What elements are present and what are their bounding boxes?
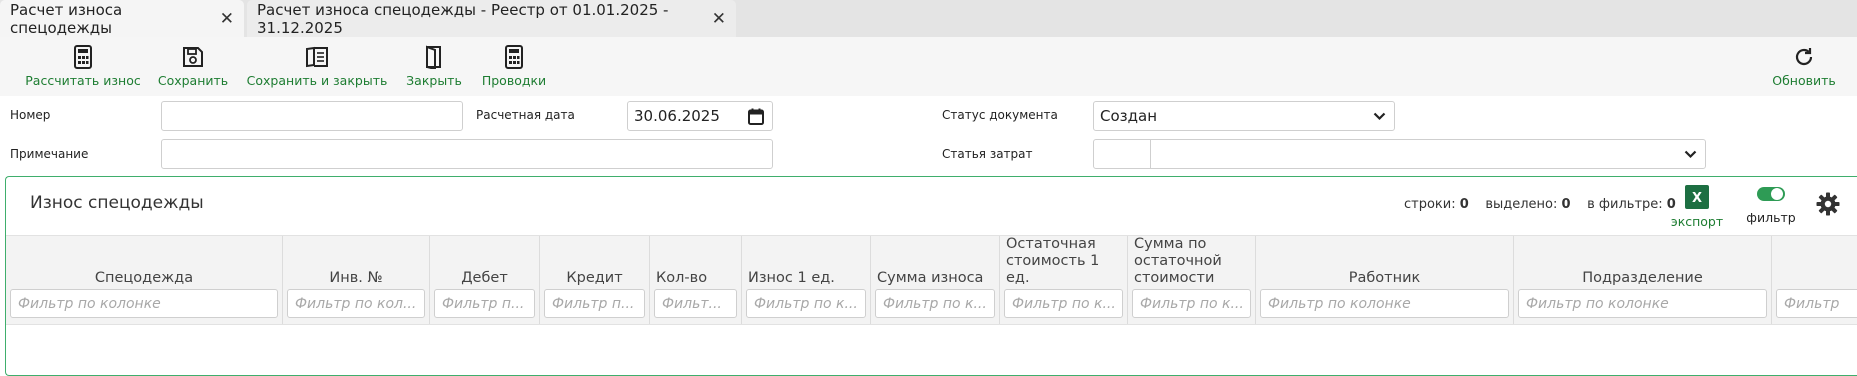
toolbar-label: Сохранить [157, 73, 229, 88]
column-extra: Фильтр [1772, 236, 1857, 324]
toolbar-label: Рассчитать износ [25, 73, 141, 88]
column-filter-input[interactable]: Фильтр по к... [1004, 289, 1123, 318]
toolbar-label: Сохранить и закрыть [246, 73, 388, 88]
column-wear-per-unit: Износ 1 ед. Фильтр по к... [742, 236, 871, 324]
column-debit: Дебет Фильтр п... [430, 236, 540, 324]
cost-item-code-input[interactable] [1093, 139, 1151, 169]
selected-count: 0 [1561, 197, 1571, 212]
gear-icon[interactable] [1816, 192, 1840, 220]
toggle-switch-icon [1756, 185, 1786, 207]
cost-item-select[interactable] [1150, 139, 1706, 169]
column-credit: Кредит Фильтр п... [540, 236, 650, 324]
column-header[interactable]: Работник [1262, 270, 1507, 287]
tab-bar: Расчет износа спецодежды ✕ Расчет износа… [0, 0, 1857, 37]
column-filter-input[interactable]: Фильтр п... [434, 289, 535, 318]
tab-registry[interactable]: Расчет износа спецодежды - Реестр от 01.… [247, 0, 736, 37]
rows-count: 0 [1459, 197, 1469, 212]
status-label: Статус документа [942, 108, 1058, 122]
column-quantity: Кол-во Фильт... [650, 236, 742, 324]
column-header[interactable]: Остаточная стоимость 1 ед. [1006, 236, 1121, 287]
tab-label: Расчет износа спецодежды [10, 0, 123, 37]
column-header[interactable]: Подразделение [1520, 270, 1765, 287]
column-header[interactable]: Спецодежда [12, 270, 276, 287]
rows-label: строки: [1404, 197, 1456, 212]
close-icon[interactable]: ✕ [220, 9, 234, 29]
column-filter-input[interactable]: Фильтр по колонке [10, 289, 278, 318]
calculate-wear-button[interactable]: Рассчитать износ [24, 43, 142, 93]
column-filter-input[interactable]: Фильтр по кол... [287, 289, 425, 318]
tab-calc-wear[interactable]: Расчет износа спецодежды ✕ [0, 0, 244, 37]
toolbar: Рассчитать износ Сохранить Сохранить и з… [0, 37, 1857, 96]
toolbar-label: Обновить [1772, 73, 1836, 88]
refresh-button[interactable]: Обновить [1772, 43, 1836, 93]
column-employee: Работник Фильтр по колонке [1256, 236, 1514, 324]
save-and-close-button[interactable]: Сохранить и закрыть [247, 43, 387, 93]
filter-toggle[interactable]: фильтр [1744, 185, 1798, 225]
save-button[interactable]: Сохранить [158, 43, 228, 93]
grid-header-row: Спецодежда Фильтр по колонке Инв. № Филь… [6, 235, 1857, 325]
toolbar-label: Закрыть [406, 73, 462, 88]
svg-text:X: X [1692, 191, 1702, 206]
column-residual-sum: Сумма по остаточной стоимости Фильтр по … [1128, 236, 1256, 324]
column-header[interactable]: Инв. № [289, 270, 423, 287]
number-label: Номер [10, 108, 51, 122]
chevron-down-icon [1373, 102, 1386, 130]
status-value: Создан [1100, 107, 1157, 125]
column-header[interactable]: Дебет [436, 270, 533, 287]
column-filter-input[interactable]: Фильтр по колонке [1518, 289, 1767, 318]
calc-date-value: 30.06.2025 [634, 107, 720, 125]
column-filter-input[interactable]: Фильтр по к... [1132, 289, 1251, 318]
refresh-icon [1793, 43, 1815, 71]
status-select[interactable]: Создан [1093, 101, 1395, 131]
export-label: экспорт [1670, 214, 1724, 229]
close-icon[interactable]: ✕ [712, 9, 726, 29]
filter-label: фильтр [1746, 210, 1796, 225]
column-wear-sum: Сумма износа Фильтр по к... [871, 236, 1000, 324]
excel-icon: X [1685, 185, 1709, 213]
column-filter-input[interactable]: Фильтр п... [544, 289, 645, 318]
book-open-icon [305, 43, 329, 71]
column-header[interactable]: Кредит [546, 270, 643, 287]
note-input[interactable] [161, 139, 773, 169]
door-icon [425, 43, 443, 71]
column-header[interactable]: Износ 1 ед. [748, 270, 864, 287]
grid-counters: строки: 0 выделено: 0 в фильтре: 0 [1404, 197, 1676, 212]
chevron-down-icon [1684, 140, 1697, 168]
column-filter-input[interactable]: Фильтр по к... [875, 289, 995, 318]
column-header[interactable]: Кол-во [656, 270, 735, 287]
filtered-label: в фильтре: [1587, 197, 1663, 212]
column-filter-input[interactable]: Фильтр по к... [746, 289, 866, 318]
calculator-icon [505, 43, 523, 71]
column-filter-input[interactable]: Фильт... [654, 289, 737, 318]
toolbar-label: Проводки [481, 73, 547, 88]
calendar-icon[interactable] [748, 102, 764, 130]
column-header[interactable]: Сумма по остаточной стоимости [1134, 236, 1249, 287]
calculator-icon [74, 43, 92, 71]
column-residual-per-unit: Остаточная стоимость 1 ед. Фильтр по к..… [1000, 236, 1128, 324]
export-button[interactable]: X экспорт [1670, 185, 1724, 229]
column-filter-input[interactable]: Фильтр по колонке [1260, 289, 1509, 318]
column-equipment: Спецодежда Фильтр по колонке [6, 236, 283, 324]
grid-title: Износ спецодежды [30, 193, 204, 213]
column-header[interactable]: Сумма износа [877, 270, 993, 287]
close-document-button[interactable]: Закрыть [406, 43, 462, 93]
cost-item-label: Статья затрат [942, 147, 1033, 161]
column-filter-input[interactable]: Фильтр [1776, 289, 1857, 318]
selected-label: выделено: [1485, 197, 1558, 212]
number-input[interactable] [161, 101, 463, 131]
tab-label: Расчет износа спецодежды - Реестр от 01.… [257, 0, 669, 37]
postings-button[interactable]: Проводки [482, 43, 546, 93]
wear-grid-panel: Износ спецодежды строки: 0 выделено: 0 в… [5, 176, 1857, 376]
floppy-disk-icon [182, 43, 204, 71]
column-inv-number: Инв. № Фильтр по кол... [283, 236, 430, 324]
calc-date-label: Расчетная дата [476, 108, 575, 122]
note-label: Примечание [10, 147, 89, 161]
column-department: Подразделение Фильтр по колонке [1514, 236, 1772, 324]
calc-date-input[interactable]: 30.06.2025 [627, 101, 773, 131]
